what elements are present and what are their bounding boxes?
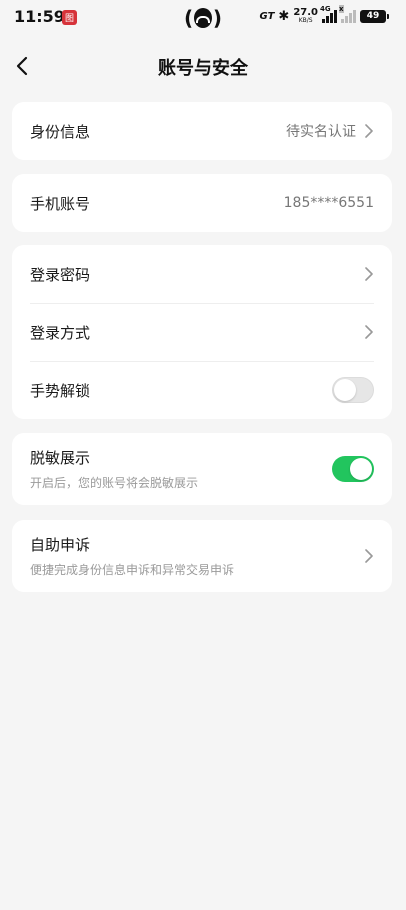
masking-description: 开启后，您的账号将会脱敏展示 xyxy=(30,476,199,490)
appeal-description: 便捷完成身份信息申诉和异常交易申诉 xyxy=(30,563,235,577)
network-speed: 27.0 KB/S xyxy=(293,7,318,24)
security-card: 登录密码 登录方式 手势解锁 xyxy=(12,245,392,419)
identity-status: 待实名认证 xyxy=(286,124,356,140)
appeal-row[interactable]: 自助申诉 便捷完成身份信息申诉和异常交易申诉 xyxy=(12,520,392,592)
login-method-row[interactable]: 登录方式 xyxy=(12,303,392,361)
signal-4g-icon: 4G xyxy=(320,5,337,23)
gesture-unlock-toggle[interactable] xyxy=(332,377,374,403)
phone-row: 手机账号 185****6551 xyxy=(12,174,392,232)
login-password-row[interactable]: 登录密码 xyxy=(12,245,392,303)
masking-label: 脱敏展示 xyxy=(30,449,91,467)
toggle-knob xyxy=(334,379,356,401)
signal-sim2-icon: x xyxy=(339,5,356,23)
appeal-label: 自助申诉 xyxy=(30,536,91,554)
page-title: 账号与安全 xyxy=(158,58,248,79)
login-password-label: 登录密码 xyxy=(30,265,91,284)
appeal-card: 自助申诉 便捷完成身份信息申诉和异常交易申诉 xyxy=(12,520,392,592)
phone-card: 手机账号 185****6551 xyxy=(12,174,392,232)
status-time: 11:59 xyxy=(14,7,65,26)
network-brand-icon: GT xyxy=(259,10,275,22)
chevron-right-icon xyxy=(365,549,373,563)
toggle-knob xyxy=(350,458,372,480)
gesture-unlock-row: 手势解锁 xyxy=(12,361,392,419)
phone-label: 手机账号 xyxy=(30,194,91,213)
phone-number: 185****6551 xyxy=(283,195,374,211)
hotspot-icon: () xyxy=(184,6,222,30)
nav-bar: 账号与安全 xyxy=(0,42,406,90)
status-bar: 11:59 图 () GT ✱ 27.0 KB/S 4G x 49 xyxy=(0,0,406,36)
masking-toggle[interactable] xyxy=(332,456,374,482)
identity-card: 身份信息 待实名认证 xyxy=(12,102,392,160)
login-method-label: 登录方式 xyxy=(30,323,91,342)
bluetooth-icon: ✱ xyxy=(278,8,290,24)
chevron-right-icon xyxy=(365,325,373,339)
app-notification-icon: 图 xyxy=(62,10,77,25)
chevron-right-icon xyxy=(365,267,373,281)
chevron-right-icon xyxy=(365,124,373,138)
identity-row[interactable]: 身份信息 待实名认证 xyxy=(12,102,392,160)
status-indicators: GT ✱ 27.0 KB/S 4G x 49 xyxy=(259,5,389,24)
gesture-unlock-label: 手势解锁 xyxy=(30,381,91,400)
identity-label: 身份信息 xyxy=(30,122,91,141)
masking-card: 脱敏展示 开启后，您的账号将会脱敏展示 xyxy=(12,433,392,505)
masking-row: 脱敏展示 开启后，您的账号将会脱敏展示 xyxy=(12,433,392,505)
battery-icon: 49 xyxy=(360,9,389,23)
